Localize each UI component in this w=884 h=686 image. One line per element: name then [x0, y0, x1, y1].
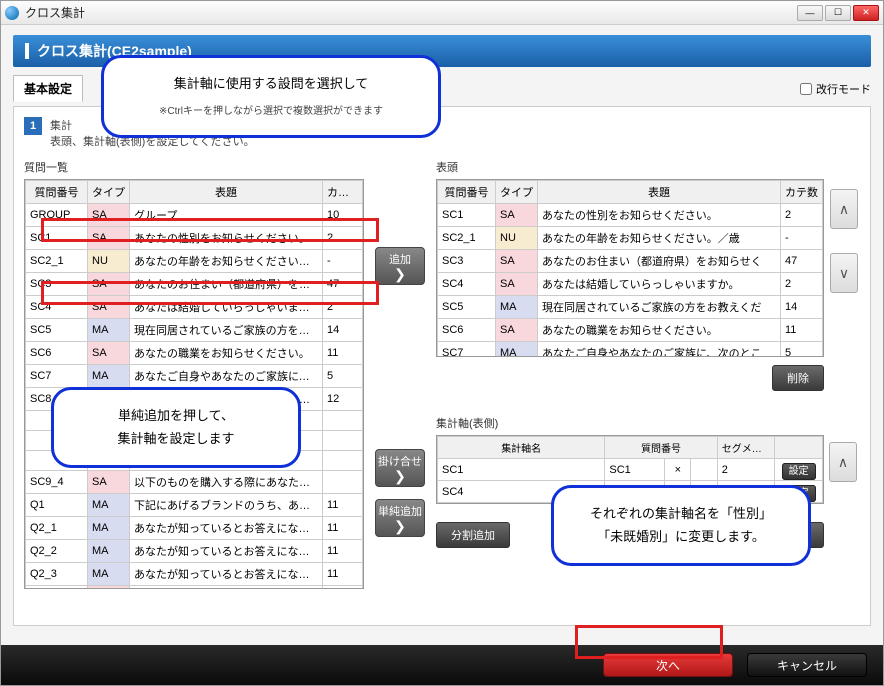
window-title: クロス集計	[25, 4, 797, 21]
question-list-label: 質問一覧	[24, 159, 364, 175]
step-number: 1	[24, 117, 42, 135]
header-delete-button[interactable]: 削除	[772, 365, 824, 391]
linebreak-checkbox[interactable]	[800, 83, 812, 95]
table-row[interactable]: Q3_1SAあなたが知っているとお答えになったブ5	[26, 586, 363, 590]
question-list-table[interactable]: 質問番号 タイプ 表題 カテ数 GROUPSAグループ10SC1SAあなたの性別…	[24, 179, 364, 589]
table-row[interactable]: SC6SAあなたの職業をお知らせください。11	[26, 342, 363, 365]
table-row[interactable]: Q2_3MAあなたが知っているとお答えになったブ11	[26, 563, 363, 586]
simple-add-button[interactable]: 単純追加❯	[375, 499, 425, 537]
footer-bar: 次へ キャンセル	[1, 645, 883, 685]
chevron-right-icon: ❯	[376, 267, 424, 281]
header-table-label: 表頭	[436, 159, 860, 175]
callout-select-question: 集計軸に使用する設問を選択して ※Ctrlキーを押しながら選択で複数選択ができま…	[101, 55, 441, 138]
titlebar: クロス集計 — ☐ ✕	[1, 1, 883, 25]
table-row[interactable]: SC5MA現在同居されているご家族の方をお教えくだ14	[438, 296, 823, 319]
axis-row[interactable]: SC1SC1×2設定	[438, 459, 823, 481]
chevron-right-icon: ❯	[376, 469, 424, 483]
table-row[interactable]: SC4SAあなたは結婚していらっしゃいますか。2	[26, 296, 363, 319]
minimize-button[interactable]: —	[797, 5, 823, 21]
axis-set-button[interactable]: 設定	[782, 463, 816, 480]
table-row[interactable]: SC7MAあなたご自身やあなたのご家族に、次の5	[26, 365, 363, 388]
header-table[interactable]: 質問番号 タイプ 表題 カテ数 SC1SAあなたの性別をお知らせください。2SC…	[436, 179, 824, 357]
table-row[interactable]: SC2_1NUあなたの年齢をお知らせください。／歳-	[26, 250, 363, 273]
table-row[interactable]: SC6SAあなたの職業をお知らせください。11	[438, 319, 823, 342]
app-icon	[5, 6, 19, 20]
table-row[interactable]: SC2_1NUあなたの年齢をお知らせください。／歳-	[438, 227, 823, 250]
table-row[interactable]: SC7MAあなたご自身やあなたのご家族に、次のとこ5	[438, 342, 823, 358]
close-button[interactable]: ✕	[853, 5, 879, 21]
maximize-button[interactable]: ☐	[825, 5, 851, 21]
move-up-button[interactable]: ∧	[830, 189, 858, 229]
table-row[interactable]: SC3SAあなたのお住まい（都道府県）をお知らせく47	[438, 250, 823, 273]
tab-basic[interactable]: 基本設定	[13, 75, 83, 102]
axis-label: 集計軸(表側)	[436, 415, 860, 431]
axis-move-up-button[interactable]: ∧	[829, 442, 857, 482]
table-row[interactable]: SC1SAあなたの性別をお知らせください。2	[438, 204, 823, 227]
move-down-button[interactable]: ∨	[830, 253, 858, 293]
next-button[interactable]: 次へ	[603, 653, 733, 677]
chevron-right-icon: ❯	[376, 519, 424, 533]
cancel-button[interactable]: キャンセル	[747, 653, 867, 677]
linebreak-mode[interactable]: 改行モード	[800, 81, 871, 97]
split-add-button[interactable]: 分割追加	[436, 522, 510, 548]
cross-combine-button[interactable]: 掛け合せ❯	[375, 449, 425, 487]
table-row[interactable]: GROUPSAグループ10	[26, 204, 363, 227]
table-row[interactable]: SC4SAあなたは結婚していらっしゃいますか。2	[438, 273, 823, 296]
callout-simple-add: 単純追加を押して、 集計軸を設定します	[51, 387, 301, 468]
table-row[interactable]: Q1MA下記にあげるブランドのうち、あなたが11	[26, 494, 363, 517]
table-row[interactable]: Q2_1MAあなたが知っているとお答えになったブ11	[26, 517, 363, 540]
callout-rename-axis: それぞれの集計軸名を「性別」 「未既婚別」に変更します。	[551, 485, 811, 566]
table-row[interactable]: SC5MA現在同居されているご家族の方をお教え14	[26, 319, 363, 342]
table-row[interactable]: SC1SAあなたの性別をお知らせください。2	[26, 227, 363, 250]
table-row[interactable]: Q2_2MAあなたが知っているとお答えになったブ11	[26, 540, 363, 563]
add-button[interactable]: 追加❯	[375, 247, 425, 285]
table-row[interactable]: SC3SAあなたのお住まい（都道府県）をお知らせ47	[26, 273, 363, 296]
tab-strip: 基本設定	[13, 75, 83, 102]
table-row[interactable]: SC9_4SA以下のものを購入する際にあなたに合う	[26, 471, 363, 494]
